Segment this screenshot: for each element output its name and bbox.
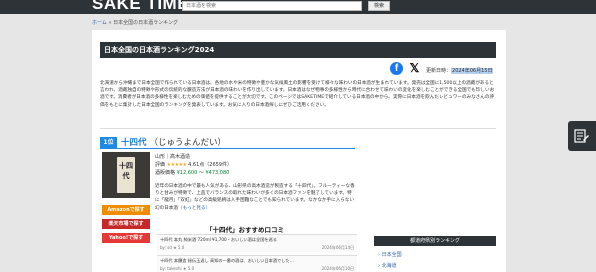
breadcrumb-separator: » (108, 20, 112, 26)
updated-date-value: 2024年06月15日 (451, 68, 494, 74)
sidebar-link-hokkaido[interactable]: › 北海道 (378, 262, 397, 269)
floating-edit-button[interactable] (568, 121, 596, 151)
rank-badge: 1位 (100, 137, 117, 148)
x-icon[interactable]: 𝕏 (408, 62, 421, 75)
site-logo[interactable]: SAKE TIME (92, 0, 189, 14)
review-text: 十四代 本醸造 秘伝玉返し 高知の一番の酒は、おいしい日本酒でした… (160, 258, 294, 263)
more-link[interactable]: （もっと見る） (178, 206, 210, 211)
updated-date: 更新日時：2024年06月15日 (426, 67, 494, 74)
breadcrumb: ホーム » 日本全国の日本酒ランキング (92, 19, 178, 26)
rank-underline (100, 148, 355, 149)
updated-label: 更新日時： (426, 68, 452, 74)
review-date: 2024年06月10日 (321, 266, 354, 271)
sake-region[interactable]: 山形｜高木酒造 (155, 153, 190, 160)
sidebar-header: 都道府県別ランキング (374, 236, 496, 246)
review-user: by: takeshi ★ 5.0 (160, 266, 195, 271)
sidebar-link-text[interactable]: 日本全国 (382, 252, 402, 258)
intro-text: 北海道から沖縄まで日本全国で作られている日本酒は、各地の水や米の特徴や豊かな気候… (100, 81, 495, 108)
bottle-label-text: 十四代 (119, 162, 133, 180)
star-icon: ★★★★★ (166, 162, 187, 168)
breadcrumb-current: 日本全国の日本酒ランキング (113, 20, 178, 26)
sake-name[interactable]: 十四代 （じゅうよんだい） (121, 136, 226, 148)
review-date: 2024年06月14日 (321, 245, 354, 250)
review-item[interactable]: 十四代 本丸 純米酒 720ml ¥1,700・おいしい酒は全国を巡る by: … (157, 234, 357, 252)
rakuten-button[interactable]: 楽天市場で探す (102, 219, 150, 229)
page-title: 日本全国の日本酒ランキング2024 (100, 42, 496, 58)
sake-reading: （じゅうよんだい） (149, 138, 226, 148)
sake-rating: 評価 ★★★★★ 4.61点（2659件） (155, 161, 232, 168)
review-user: by: sd ★ 5.0 (160, 245, 185, 250)
sidebar-link-nationwide[interactable]: › 日本全国 (378, 251, 402, 258)
sake-price: 酒販価格 ¥12,600 〜 ¥473,080 (155, 169, 229, 176)
price-value: ¥12,600 〜 ¥473,080 (176, 170, 230, 176)
facebook-icon[interactable]: f (390, 62, 403, 75)
divider (100, 128, 496, 129)
sake-name-text[interactable]: 十四代 (121, 138, 147, 148)
search-button[interactable]: 検索 (368, 1, 390, 11)
rating-label: 評価 (155, 162, 166, 168)
site-header: SAKE TIME 検索 (0, 0, 596, 14)
review-text: 十四代 本丸 純米酒 720ml ¥1,700・おいしい酒は全国を巡る (160, 237, 277, 242)
product-image[interactable]: 十四代 (102, 152, 150, 198)
edit-note-icon (574, 129, 589, 143)
amazon-button[interactable]: Amazonで探す (102, 205, 150, 215)
sake-description: 近年の日本酒の中で最も人気がある、山形県の高木酒造が製造する「十四代」。フルーテ… (155, 183, 355, 212)
price-label: 酒販価格 (155, 170, 176, 176)
search-input[interactable] (182, 1, 362, 11)
rating-value: 4.61点（2659件） (188, 162, 232, 168)
breadcrumb-home[interactable]: ホーム (92, 20, 107, 26)
review-item[interactable]: 十四代 本醸造 秘伝玉返し 高知の一番の酒は、おいしい日本酒でした… by: t… (157, 255, 357, 272)
sidebar-link-text[interactable]: 北海道 (382, 263, 397, 269)
yahoo-button[interactable]: Yahoo!で探す (102, 233, 150, 243)
